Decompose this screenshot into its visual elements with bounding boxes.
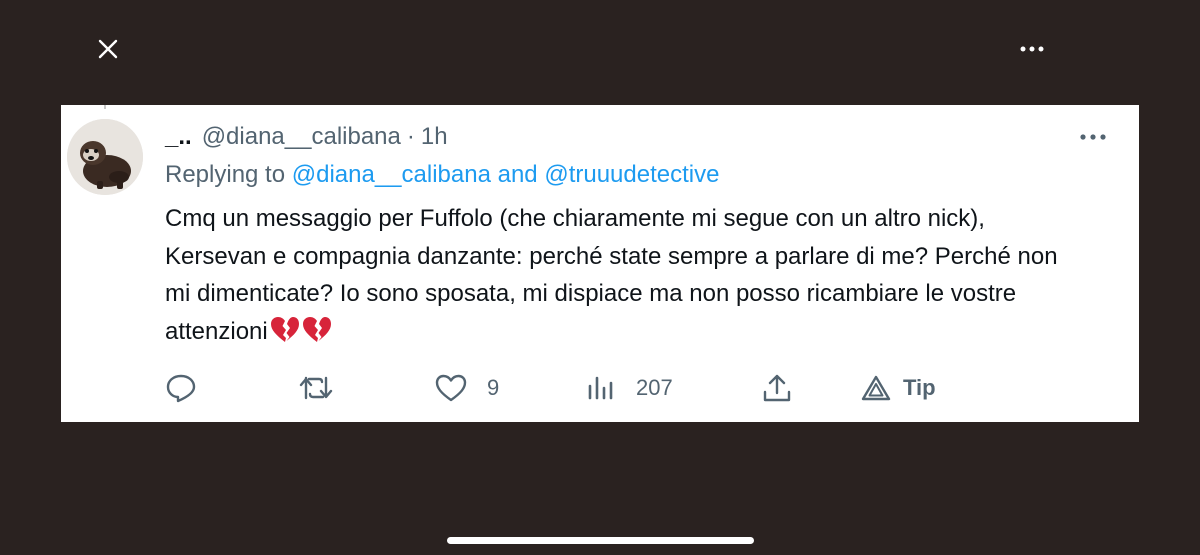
thread-line xyxy=(104,105,106,109)
broken-heart-emoji xyxy=(302,316,332,356)
avatar[interactable] xyxy=(67,119,143,195)
share-icon xyxy=(763,374,791,402)
share-button[interactable] xyxy=(762,370,792,406)
home-indicator[interactable] xyxy=(447,537,754,544)
replying-and: and xyxy=(497,161,538,188)
tweet-more-button[interactable] xyxy=(1073,123,1113,151)
views-count: 207 xyxy=(636,375,673,400)
tweet-body: Cmq un messaggio per Fuffolo (che chiara… xyxy=(165,200,1085,355)
like-button[interactable]: 9 xyxy=(435,370,499,406)
heart-icon xyxy=(435,374,467,402)
tweet-card[interactable]: _.. @diana__calibana · 1h Replying to @d… xyxy=(61,105,1139,422)
tip-button[interactable]: Tip xyxy=(861,370,936,406)
more-icon xyxy=(1020,46,1044,52)
close-icon xyxy=(98,39,118,59)
media-viewer: _.. @diana__calibana · 1h Replying to @d… xyxy=(0,0,1200,555)
display-name[interactable]: _.. xyxy=(165,123,192,151)
mention-link[interactable]: @diana__calibana xyxy=(292,161,491,188)
separator-dot: · xyxy=(406,123,415,150)
avatar-image xyxy=(67,119,143,195)
more-icon xyxy=(1080,134,1106,140)
user-handle[interactable]: @diana__calibana xyxy=(202,123,401,151)
tweet-header: _.. @diana__calibana · 1h xyxy=(165,121,448,153)
broken-heart-emoji xyxy=(270,316,300,356)
replying-prefix: Replying to xyxy=(165,161,286,188)
tip-label: Tip xyxy=(903,375,936,400)
close-button[interactable] xyxy=(92,33,124,65)
views-button[interactable]: 207 xyxy=(586,370,673,406)
timestamp[interactable]: 1h xyxy=(421,123,448,151)
tweet-actions: 9 207 Tip xyxy=(165,370,965,406)
mention-link[interactable]: @truuudetective xyxy=(544,161,719,188)
reply-button[interactable] xyxy=(165,370,217,406)
reply-icon xyxy=(166,374,196,403)
tip-icon xyxy=(861,375,891,401)
retweet-icon xyxy=(299,376,333,400)
views-icon xyxy=(588,376,613,400)
retweet-button[interactable] xyxy=(299,370,353,406)
replying-to: Replying to @diana__calibana and @truuud… xyxy=(165,161,719,189)
like-count: 9 xyxy=(487,375,500,400)
more-options-button[interactable] xyxy=(1012,36,1052,62)
